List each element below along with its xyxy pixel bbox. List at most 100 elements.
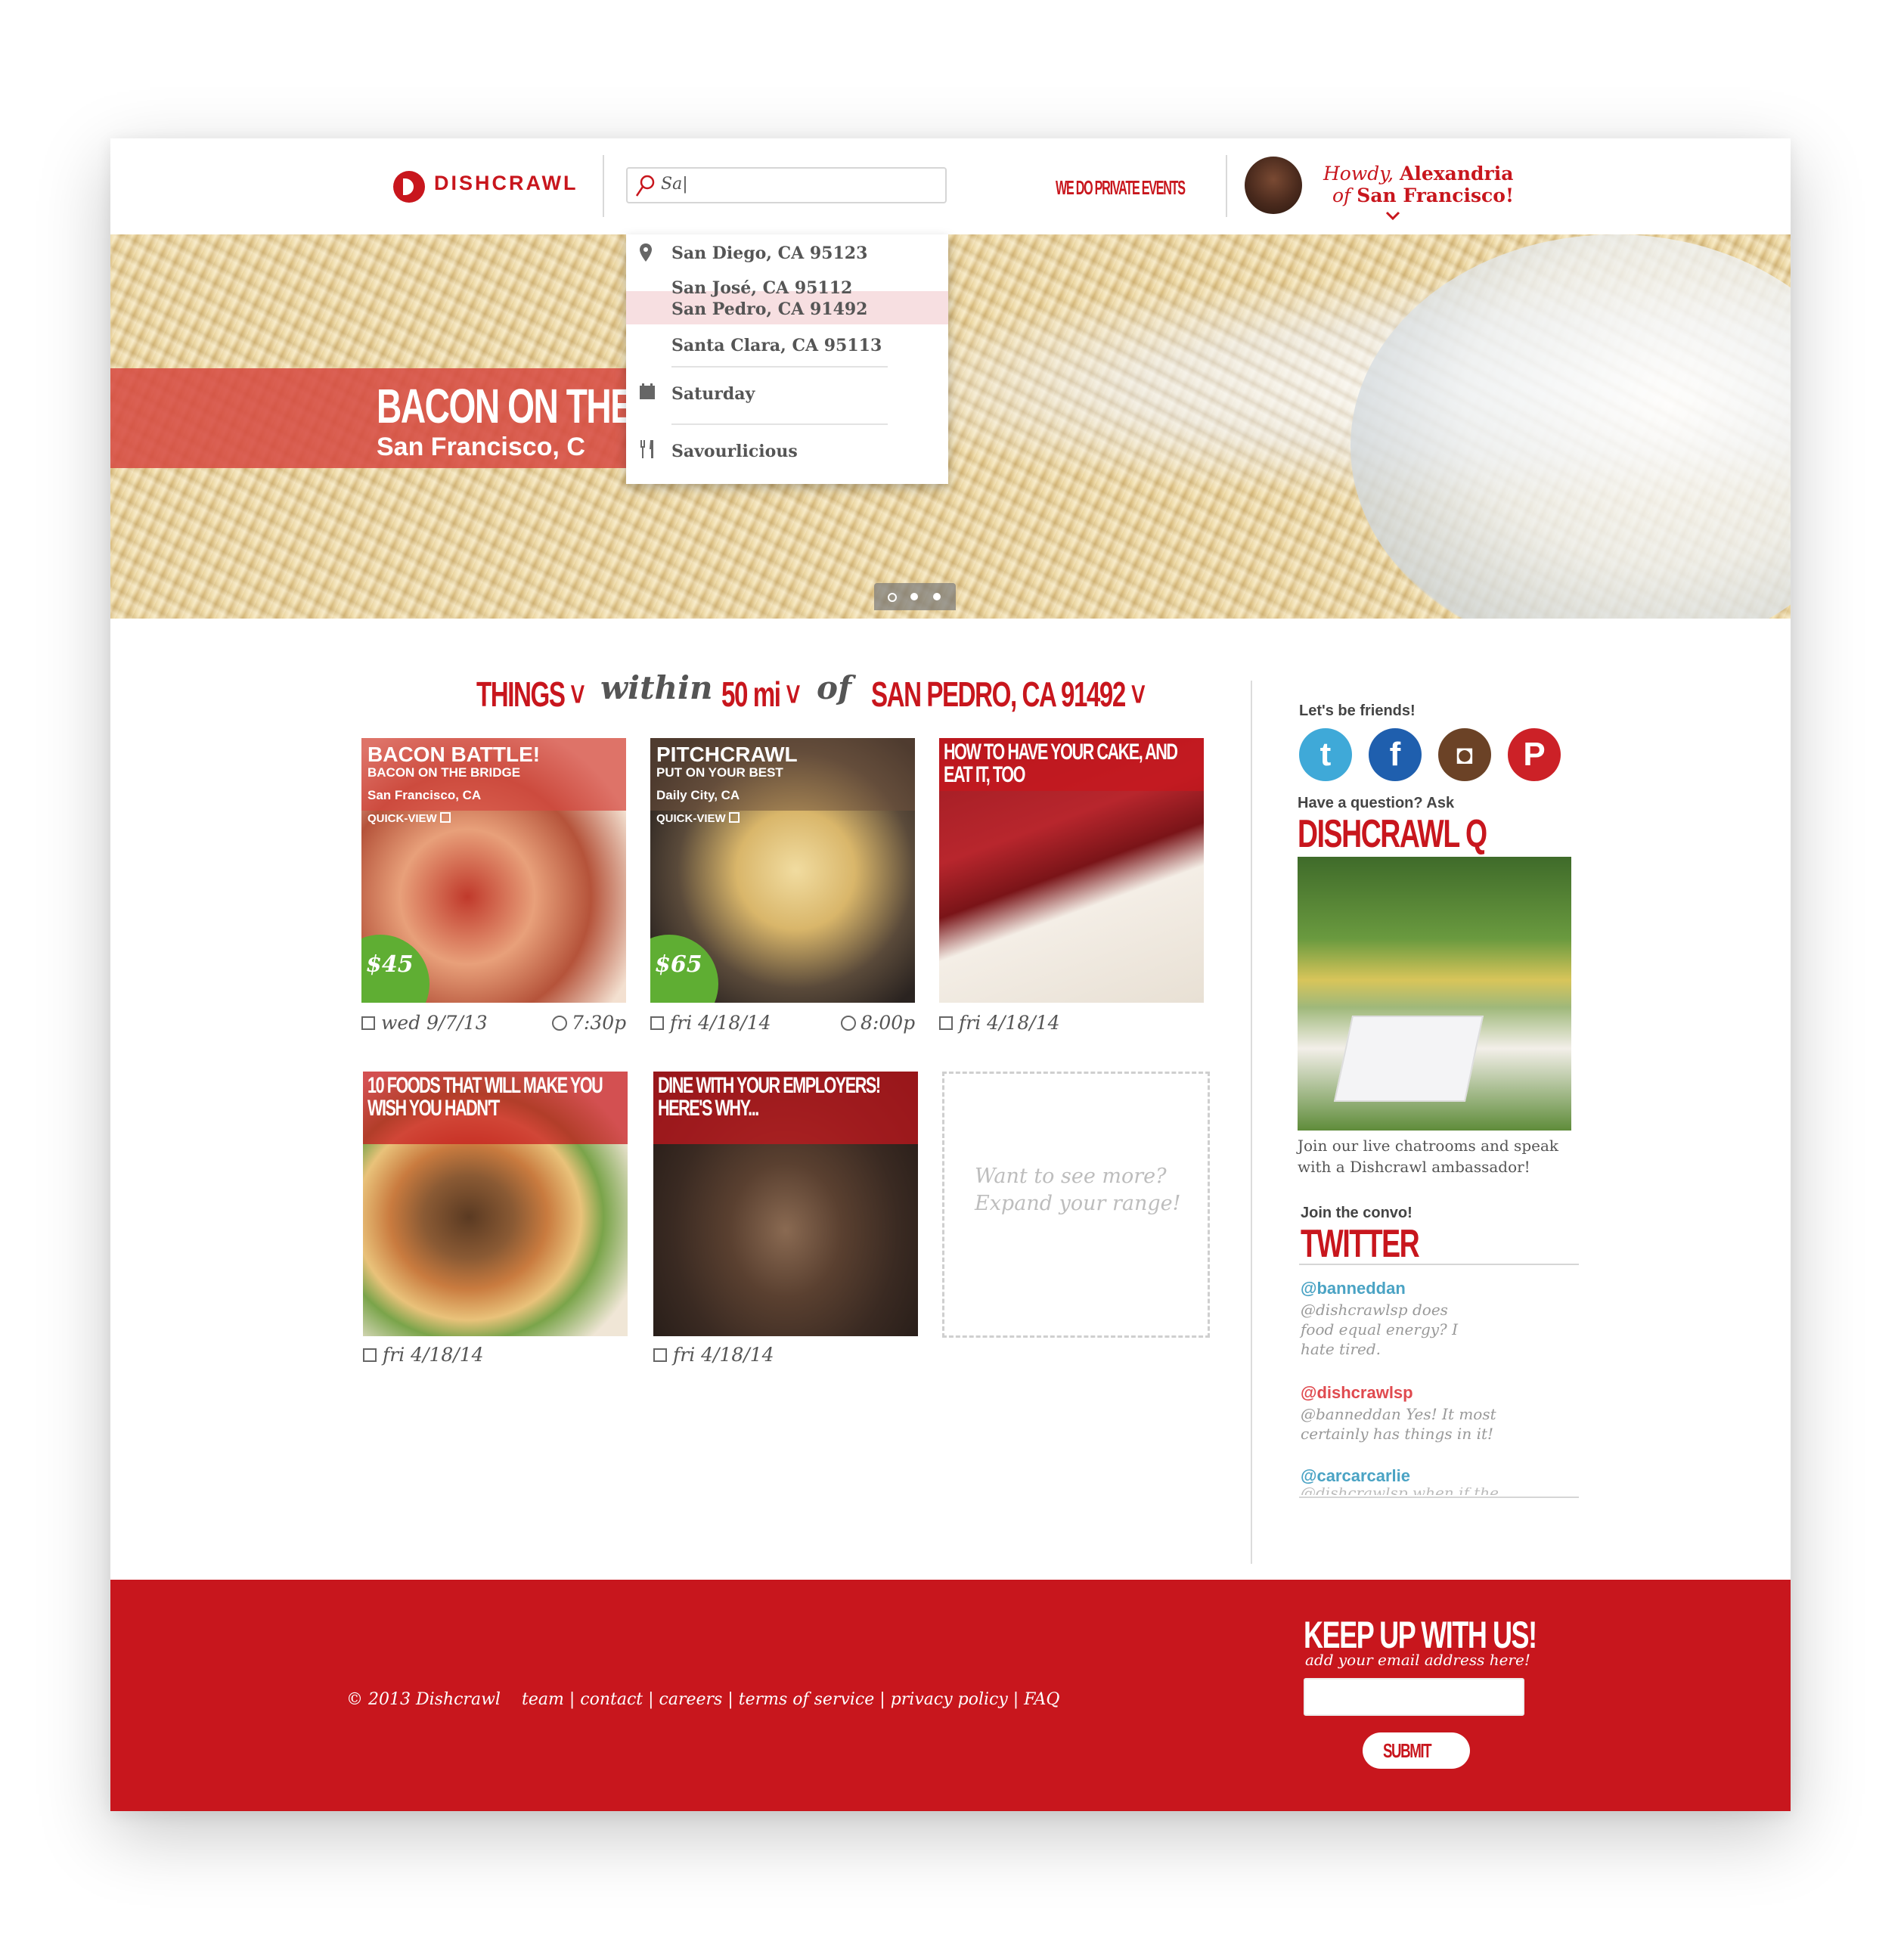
email-hint: add your email address here! [1305,1651,1530,1669]
instagram-icon[interactable]: ◘ [1438,728,1491,781]
user-greeting[interactable]: Howdy, Alexandria of San Francisco! [1323,163,1514,206]
twitter-icon[interactable]: t [1299,728,1352,781]
dropdown-location-1[interactable]: San Diego, CA 95123 [671,243,867,263]
quick-view-link[interactable]: QUICK-VIEW [367,812,457,825]
tweet-text-clip: @dishcrawlsp when if the [1301,1487,1580,1495]
card-date: fri 4/18/14 [363,1344,484,1366]
card-subtitle: PUT ON YOUR BEST [656,765,783,780]
event-card-pitchcrawl[interactable]: PITCHCRAWL PUT ON YOUR BEST Daily City, … [650,738,915,1003]
footer-link-careers[interactable]: careers [659,1690,723,1709]
footer-link-team[interactable]: team [522,1690,564,1709]
calendar-icon [650,1016,664,1030]
dropdown-location-3[interactable]: San Pedro, CA 91492 [671,299,868,319]
distance-dropdown[interactable]: 50 mi ˅ [721,674,801,715]
hero-plate-image [1350,234,1791,619]
card-date: fri 4/18/14 [939,1012,1060,1034]
event-card-bacon-battle[interactable]: BACON BATTLE! BACON ON THE BRIDGE San Fr… [361,738,626,1003]
card-city: Daily City, CA [656,788,740,802]
tweet-handle[interactable]: @banneddan [1301,1279,1406,1298]
avatar[interactable] [1245,157,1302,214]
chat-ambassador-image[interactable] [1298,857,1571,1131]
expand-range-text: Want to see more? Expand your range! [975,1163,1180,1217]
sidebar-divider [1251,681,1252,1564]
friends-heading: Let's be friends! [1299,703,1416,719]
submit-label: SUBMIT [1383,1739,1432,1762]
greeting-of: of [1332,185,1351,206]
dishcrawl-logo-icon[interactable] [393,171,425,203]
price: $65 [655,951,702,978]
expand-icon [728,812,740,823]
email-input[interactable] [1304,1678,1524,1716]
footer-link-privacy[interactable]: privacy policy [891,1690,1008,1709]
expand-range-placeholder[interactable]: Want to see more? Expand your range! [942,1072,1210,1338]
quick-view-link[interactable]: QUICK-VIEW [656,812,746,825]
of-label: of [817,669,852,706]
things-dropdown[interactable]: THINGS ˅ [476,674,585,715]
footer: © 2013 Dishcrawl team | contact | career… [110,1580,1791,1811]
fork-knife-icon [640,440,653,458]
card-title: PITCHCRAWL [656,743,798,766]
card-title: HOW TO HAVE YOUR CAKE, AND EAT IT, TOO [944,740,1178,787]
footer-link-terms[interactable]: terms of service [739,1690,875,1709]
time-text: 7:30p [572,1012,627,1034]
hero-carousel[interactable]: BACON ON THE B San Francisco, C [110,234,1791,619]
pinterest-icon[interactable]: P [1508,728,1561,781]
search-value: Sa| [661,175,688,194]
twitter-divider [1299,1264,1579,1265]
calendar-icon [939,1016,953,1030]
location-pin-icon [640,243,652,262]
page-frame: DISHCRAWL Sa| WE DO PRIVATE EVENTS Howdy… [110,138,1791,1811]
facebook-icon[interactable]: f [1369,728,1422,781]
card-time: 8:00p [841,1012,915,1034]
carousel-dot-2[interactable] [910,593,918,600]
submit-button[interactable]: SUBMIT [1363,1732,1470,1769]
header-divider [603,155,604,217]
logo-text[interactable]: DISHCRAWL [434,172,578,195]
dropdown-category[interactable]: Savourlicious [671,442,798,461]
dropdown-separator-2 [671,423,888,425]
card-time: 7:30p [552,1012,626,1034]
hero-title[interactable]: BACON ON THE B [377,378,666,434]
article-card-foods[interactable]: 10 FOODS THAT WILL MAKE YOU WISH YOU HAD… [363,1072,628,1336]
clock-icon [552,1016,567,1031]
quick-view-label: QUICK-VIEW [367,812,437,825]
carousel-dot-1[interactable] [888,593,897,602]
price: $45 [366,951,414,978]
more-line-2: Expand your range! [975,1192,1181,1215]
location-label: SAN PEDRO, CA 91492 [871,675,1126,714]
card-title: DINE WITH YOUR EMPLOYERS! HERE'S WHY... [658,1073,881,1121]
card-city: San Francisco, CA [367,788,482,802]
carousel-dot-3[interactable] [933,593,941,600]
card-date: wed 9/7/13 [361,1012,488,1034]
card-date: fri 4/18/14 [650,1012,771,1034]
footer-link-contact[interactable]: contact [580,1690,643,1709]
card-title: 10 FOODS THAT WILL MAKE YOU WISH YOU HAD… [367,1073,603,1121]
price-badge: $65 [650,935,718,1003]
location-dropdown[interactable]: SAN PEDRO, CA 91492 ˅ [871,674,1146,715]
dropdown-location-2[interactable]: San José, CA 95112 [671,278,852,298]
time-text: 8:00p [861,1012,916,1034]
footer-link-faq[interactable]: FAQ [1024,1690,1059,1709]
tweet-handle[interactable]: @carcarcarlie [1301,1466,1410,1486]
things-label: THINGS [476,675,566,714]
search-input[interactable]: Sa| [626,167,947,203]
expand-icon [439,812,451,823]
chat-caption: Join our live chatrooms and speak with a… [1298,1137,1558,1176]
date-text: fri 4/18/14 [673,1344,774,1366]
article-card-employers[interactable]: DINE WITH YOUR EMPLOYERS! HERE'S WHY... [653,1072,918,1336]
carousel-dots [874,583,956,610]
article-card-cake[interactable]: HOW TO HAVE YOUR CAKE, AND EAT IT, TOO [939,738,1204,1003]
price-badge: $45 [361,935,429,1003]
more-line-1: Want to see more? [975,1165,1167,1188]
dropdown-day[interactable]: Saturday [671,384,755,404]
date-text: wed 9/7/13 [381,1012,488,1034]
dishcrawl-q-title[interactable]: DISHCRAWL Q [1298,811,1487,857]
distance-label: 50 mi [721,675,781,714]
tweet-text: @dishcrawlsp when if the [1301,1487,1580,1495]
twitter-title[interactable]: TWITTER [1301,1221,1420,1267]
private-events-link[interactable]: WE DO PRIVATE EVENTS [1056,176,1186,200]
tweet-handle[interactable]: @dishcrawlsp [1301,1383,1413,1403]
chevron-down-icon[interactable] [1385,211,1400,220]
dropdown-location-4[interactable]: Santa Clara, CA 95113 [671,336,882,355]
calendar-icon [361,1016,375,1030]
